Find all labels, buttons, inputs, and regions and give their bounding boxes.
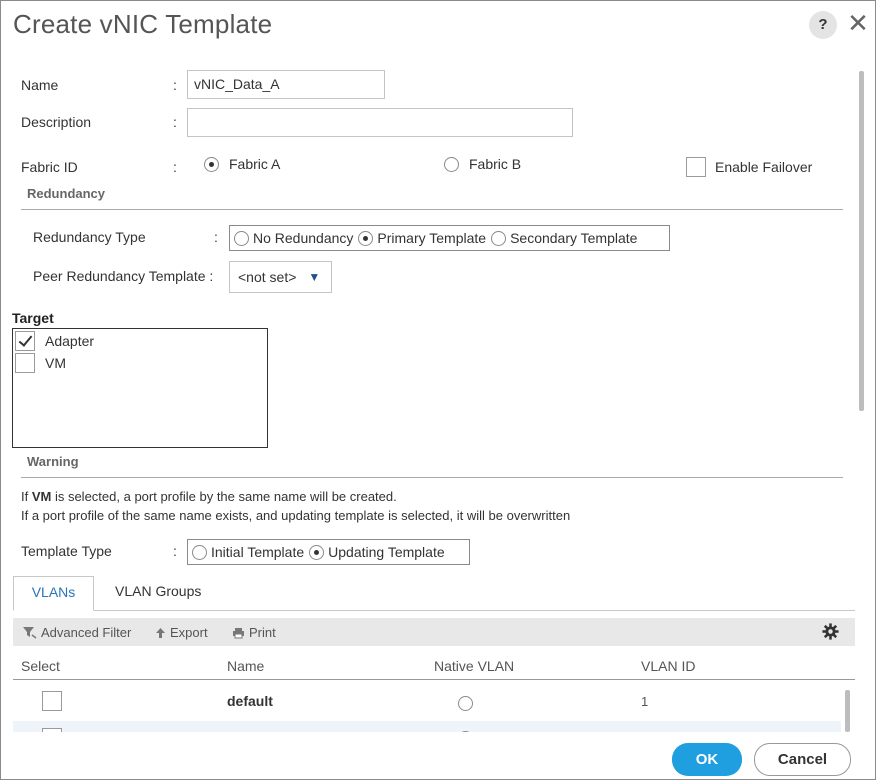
target-item-adapter[interactable]: Adapter (15, 331, 94, 351)
fabric-b-radio[interactable] (444, 156, 459, 172)
no-redundancy-option[interactable]: No Redundancy (234, 230, 353, 246)
template-type-label: Template Type (21, 543, 112, 559)
description-label: Description (21, 114, 92, 130)
table-row[interactable]: default 1 (13, 680, 841, 721)
primary-template-option[interactable]: Primary Template (358, 230, 486, 246)
no-redundancy-label: No Redundancy (253, 230, 354, 246)
help-button[interactable]: ? (809, 11, 837, 39)
column-header-vlan-id[interactable]: VLAN ID (641, 658, 695, 674)
row-native-vlan-radio[interactable] (457, 695, 473, 711)
target-heading: Target (12, 310, 54, 326)
target-item-vm[interactable]: VM (15, 353, 66, 373)
vm-label: VM (45, 355, 66, 371)
initial-template-label: Initial Template (211, 544, 305, 560)
redundancy-type-colon: : (214, 229, 218, 245)
advanced-filter-label: Advanced Filter (41, 625, 132, 640)
fabric-b-label: Fabric B (469, 156, 522, 172)
warning-text-line1: If VM is selected, a port profile by the… (21, 489, 397, 504)
name-colon: : (173, 77, 177, 93)
row-name: default (227, 693, 273, 709)
name-label: Name (21, 77, 59, 93)
no-redundancy-radio[interactable] (234, 230, 249, 246)
updating-template-radio[interactable] (309, 544, 325, 560)
enable-failover-option[interactable]: Enable Failover (686, 157, 812, 177)
tab-vlan-groups[interactable]: VLAN Groups (115, 583, 201, 599)
name-input[interactable]: vNIC_Data_A (187, 70, 385, 99)
peer-redundancy-value: <not set> (238, 269, 297, 285)
secondary-template-option[interactable]: Secondary Template (491, 230, 637, 246)
redundancy-divider (21, 209, 843, 210)
peer-redundancy-select[interactable]: <not set> ▼ (229, 261, 332, 293)
template-type-group: Initial Template Updating Template (187, 539, 470, 565)
fabric-b-option[interactable]: Fabric B (444, 156, 521, 172)
fabric-a-label: Fabric A (229, 156, 281, 172)
primary-template-label: Primary Template (377, 230, 487, 246)
peer-redundancy-label: Peer Redundancy Template : (33, 268, 214, 284)
warning-text-line2: If a port profile of the same name exist… (21, 508, 571, 523)
tab-vlans[interactable]: VLANs (13, 576, 94, 611)
cancel-button[interactable]: Cancel (754, 743, 851, 776)
secondary-template-label: Secondary Template (510, 230, 638, 246)
close-icon[interactable]: ✕ (845, 9, 871, 37)
dialog-title: Create vNIC Template (13, 9, 273, 39)
table-scrollbar[interactable] (845, 690, 850, 732)
print-button[interactable]: Print (232, 625, 276, 640)
secondary-template-radio[interactable] (491, 230, 507, 246)
updating-template-label: Updating Template (328, 544, 445, 560)
gear-icon-svg (822, 623, 839, 640)
description-input[interactable] (187, 108, 573, 137)
updating-template-option[interactable]: Updating Template (309, 544, 445, 560)
row-vlan-id: 1 (641, 694, 649, 709)
redundancy-type-group: No Redundancy Primary Template Secondary… (229, 225, 670, 251)
printer-icon (233, 627, 244, 638)
initial-template-radio[interactable] (192, 544, 207, 560)
row-select-checkbox[interactable] (42, 728, 62, 732)
template-type-colon: : (173, 543, 177, 559)
fabric-id-label: Fabric ID (21, 159, 78, 175)
primary-template-radio[interactable] (358, 230, 374, 246)
redundancy-heading: Redundancy (27, 186, 106, 201)
column-header-native-vlan[interactable]: Native VLAN (434, 658, 514, 674)
upload-icon (156, 627, 165, 638)
column-header-select[interactable]: Select (21, 658, 60, 674)
table-row[interactable] (13, 721, 841, 732)
export-label: Export (170, 625, 208, 640)
description-colon: : (173, 114, 177, 130)
warning-prefix: If (21, 489, 32, 504)
warning-heading: Warning (27, 454, 79, 469)
advanced-filter-button[interactable]: Advanced Filter (22, 625, 131, 640)
dialog-scrollbar[interactable] (859, 71, 864, 411)
vlan-table-body: default 1 (13, 680, 841, 732)
vm-checkbox[interactable] (15, 353, 35, 373)
adapter-checkbox[interactable] (15, 331, 35, 351)
ok-button[interactable]: OK (672, 743, 742, 776)
warning-vm-bold: VM (31, 489, 52, 504)
enable-failover-checkbox[interactable] (686, 157, 706, 177)
row-select-checkbox[interactable] (42, 691, 62, 711)
adapter-label: Adapter (45, 333, 95, 349)
table-toolbar: Advanced Filter Export Print (13, 618, 855, 646)
print-label: Print (249, 625, 276, 640)
column-header-name[interactable]: Name (227, 658, 264, 674)
tabs-baseline (13, 610, 855, 611)
create-vnic-template-dialog: Create vNIC Template ? ✕ Name : vNIC_Dat… (0, 0, 876, 780)
chevron-down-icon: ▼ (308, 270, 321, 284)
fabric-a-option[interactable]: Fabric A (204, 156, 280, 172)
initial-template-option[interactable]: Initial Template (192, 544, 304, 560)
fabric-a-radio[interactable] (204, 156, 219, 172)
target-list: Adapter VM (12, 328, 268, 448)
filter-icon (23, 627, 37, 639)
fabric-id-colon: : (173, 159, 177, 175)
warning-suffix: is selected, a port profile by the same … (51, 489, 397, 504)
redundancy-type-label: Redundancy Type (33, 229, 146, 245)
gear-icon[interactable] (822, 623, 839, 643)
export-button[interactable]: Export (155, 625, 208, 640)
enable-failover-label: Enable Failover (715, 159, 813, 175)
warning-divider (21, 477, 843, 478)
row-native-vlan-radio[interactable] (457, 730, 473, 732)
